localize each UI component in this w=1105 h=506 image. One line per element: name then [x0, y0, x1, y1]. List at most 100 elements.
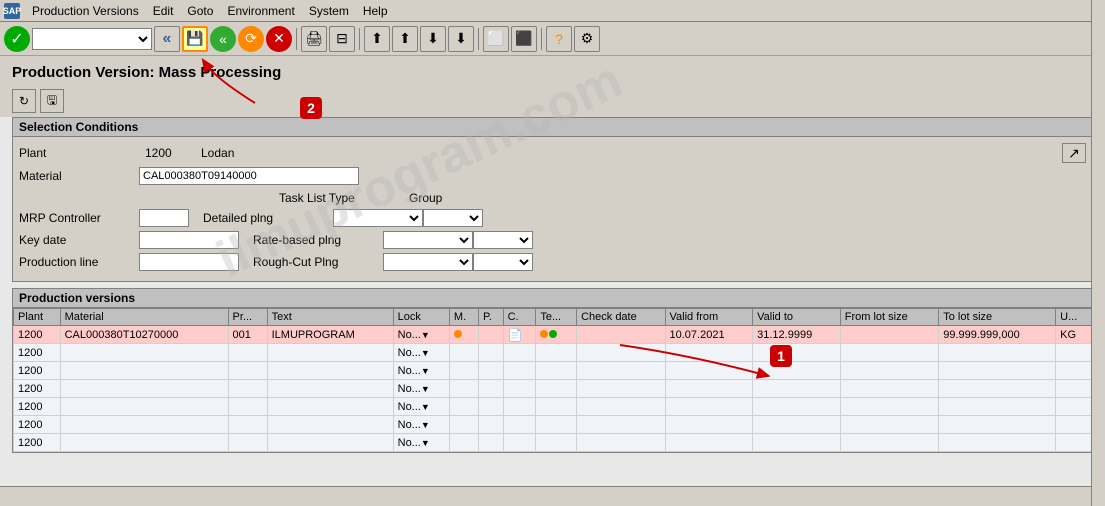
roughcut-type-select[interactable] — [383, 253, 473, 271]
col-u: U... — [1056, 309, 1092, 326]
external-link-button[interactable]: ↗ — [1062, 143, 1086, 163]
table-row[interactable]: 1200No...▼ — [14, 434, 1092, 452]
col-m: M. — [449, 309, 478, 326]
cell-value — [939, 416, 1056, 434]
col-text: Text — [267, 309, 393, 326]
menu-environment[interactable]: Environment — [221, 3, 300, 19]
window1-button[interactable]: ⬜ — [483, 26, 509, 52]
production-versions-header: Production versions — [13, 289, 1092, 308]
cell-value — [449, 416, 478, 434]
lock-value: No... — [398, 383, 421, 395]
cell-value — [503, 434, 536, 452]
cell-value: 1200 — [14, 434, 61, 452]
cell-value — [267, 434, 393, 452]
back-button[interactable]: « — [154, 26, 180, 52]
cell-value — [665, 398, 753, 416]
material-input[interactable] — [139, 167, 359, 185]
detailed-plng-group-select[interactable] — [423, 209, 483, 227]
lock-dropdown[interactable]: ▼ — [421, 420, 430, 430]
prodline-label: Production line — [19, 255, 139, 269]
prev-button[interactable]: ⬆ — [392, 26, 418, 52]
lock-value: No... — [398, 329, 421, 341]
print1-button[interactable]: 🖨 — [301, 26, 327, 52]
cell-value: 001 — [228, 326, 267, 344]
save-button[interactable]: 💾 — [182, 26, 208, 52]
forward-button[interactable]: ⟳ — [238, 26, 264, 52]
command-input[interactable] — [32, 28, 152, 50]
next-button[interactable]: ⬇ — [420, 26, 446, 52]
prodline-input[interactable] — [139, 253, 239, 271]
rate-based-type-select[interactable] — [383, 231, 473, 249]
cell-value — [228, 398, 267, 416]
print2-button[interactable]: ⊟ — [329, 26, 355, 52]
lock-dropdown[interactable]: ▼ — [421, 330, 430, 340]
cell-value — [665, 416, 753, 434]
cell-value — [478, 362, 503, 380]
lock-dropdown[interactable]: ▼ — [421, 366, 430, 376]
cell-value — [478, 434, 503, 452]
config-button[interactable]: ⚙ — [574, 26, 600, 52]
mrp-row: MRP Controller Detailed plng — [19, 209, 1086, 227]
window2-button[interactable]: ⬛ — [511, 26, 537, 52]
task-list-header-row: Task List Type Group — [19, 191, 1086, 205]
menu-help[interactable]: Help — [357, 3, 394, 19]
cell-value: 1200 — [14, 398, 61, 416]
rate-based-group-select[interactable] — [473, 231, 533, 249]
last-button[interactable]: ⬇ — [448, 26, 474, 52]
mrp-label: MRP Controller — [19, 211, 139, 225]
cell-value — [449, 380, 478, 398]
table-header-row: Plant Material Pr... Text Lock M. P. C. … — [14, 309, 1092, 326]
cell-value — [939, 344, 1056, 362]
detailed-plng-type-select[interactable] — [333, 209, 423, 227]
cell-value — [1056, 416, 1092, 434]
cell-value — [478, 344, 503, 362]
col-fromlot: From lot size — [840, 309, 938, 326]
first-button[interactable]: ⬆ — [364, 26, 390, 52]
roughcut-label: Rough-Cut Plng — [253, 255, 383, 269]
selection-conditions-body: Plant 1200 Lodan ↗ Material Task List Ty… — [13, 137, 1092, 281]
menu-edit[interactable]: Edit — [147, 3, 180, 19]
help-button[interactable]: ? — [546, 26, 572, 52]
lock-dropdown[interactable]: ▼ — [421, 438, 430, 448]
cell-value — [267, 344, 393, 362]
annotation-bubble-1: 1 — [770, 345, 792, 367]
cell-value — [536, 344, 577, 362]
menu-goto[interactable]: Goto — [181, 3, 219, 19]
table-row[interactable]: 1200No...▼ — [14, 344, 1092, 362]
toolbar: ✓ « 💾 « ⟳ ✕ 🖨 ⊟ ⬆ ⬆ ⬇ ⬇ ⬜ ⬛ ? ⚙ — [0, 22, 1105, 56]
table-row[interactable]: 1200CAL000380T10270000001ILMUPROGRAMNo..… — [14, 326, 1092, 344]
lock-dropdown[interactable]: ▼ — [421, 348, 430, 358]
annotation-bubble-2: 2 — [300, 97, 322, 119]
cell-value: 1200 — [14, 362, 61, 380]
menu-bar: SAP Production Versions Edit Goto Enviro… — [0, 0, 1105, 22]
table-row[interactable]: 1200No...▼ — [14, 380, 1092, 398]
mrp-input[interactable] — [139, 209, 189, 227]
col-tolot: To lot size — [939, 309, 1056, 326]
cell-value — [577, 434, 665, 452]
production-versions-table: Plant Material Pr... Text Lock M. P. C. … — [13, 308, 1092, 452]
back2-button[interactable]: « — [210, 26, 236, 52]
cell-value — [60, 362, 228, 380]
table-row[interactable]: 1200No...▼ — [14, 362, 1092, 380]
local-file-button[interactable]: 🖫 — [40, 89, 64, 113]
cell-value — [503, 362, 536, 380]
table-row[interactable]: 1200No...▼ — [14, 416, 1092, 434]
cell-value — [228, 362, 267, 380]
cancel-button[interactable]: ✕ — [266, 26, 292, 52]
cell-value — [1056, 398, 1092, 416]
menu-system[interactable]: System — [303, 3, 355, 19]
roughcut-group-select[interactable] — [473, 253, 533, 271]
refresh-button[interactable]: ↻ — [12, 89, 36, 113]
cell-value — [267, 362, 393, 380]
cell-value — [267, 416, 393, 434]
lock-dropdown[interactable]: ▼ — [421, 384, 430, 394]
menu-production-versions[interactable]: Production Versions — [26, 3, 145, 19]
lock-dropdown[interactable]: ▼ — [421, 402, 430, 412]
keydate-input[interactable] — [139, 231, 239, 249]
confirm-button[interactable]: ✓ — [4, 26, 30, 52]
cell-value — [753, 434, 841, 452]
scrollbar[interactable] — [1091, 0, 1105, 506]
lock-value: No... — [398, 401, 421, 413]
table-row[interactable]: 1200 No...▼ — [14, 398, 1092, 416]
cell-value — [503, 380, 536, 398]
